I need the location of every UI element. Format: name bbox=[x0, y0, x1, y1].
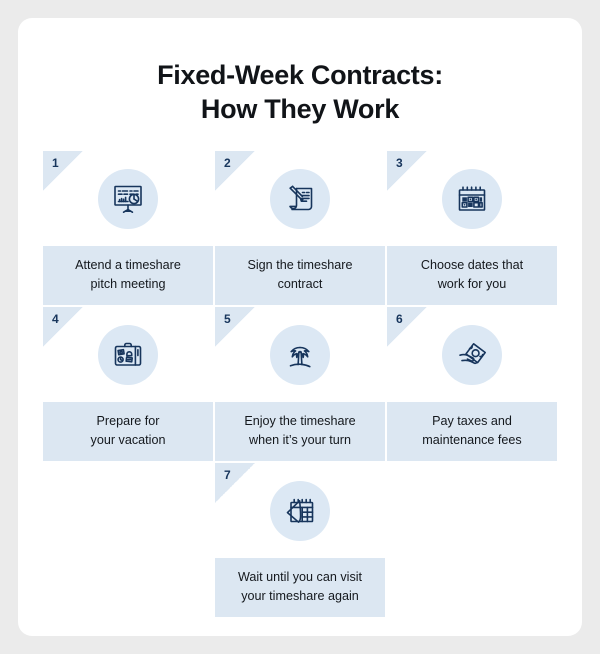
step-3-icon-area: 3 bbox=[387, 151, 557, 246]
step-2-caption-line-1: Sign the timeshare bbox=[247, 258, 353, 272]
step-1-icon-area: 1 bbox=[43, 151, 213, 246]
step-card-3: 3 Choose dates that work for you bbox=[387, 151, 557, 305]
step-card-5: 5 Enjoy the timeshare when it’s your tur… bbox=[215, 307, 385, 461]
step-5-caption-line-2: when it’s your turn bbox=[249, 433, 351, 447]
step-number-3: 3 bbox=[396, 156, 403, 170]
step-1-caption: Attend a timeshare pitch meeting bbox=[43, 246, 213, 305]
step-number-2: 2 bbox=[224, 156, 231, 170]
step-4-caption-line-1: Prepare for bbox=[96, 414, 160, 428]
infographic-card: Fixed-Week Contracts: How They Work 1 At… bbox=[18, 18, 582, 636]
calendar-page-turn-icon bbox=[270, 480, 330, 541]
step-card-7: 7 Wait until you can visit your timeshar… bbox=[215, 463, 385, 617]
corner-triangle bbox=[43, 151, 83, 191]
step-5-caption: Enjoy the timeshare when it’s your turn bbox=[215, 402, 385, 461]
step-1-caption-line-2: pitch meeting bbox=[90, 277, 166, 291]
step-3-caption-line-1: Choose dates that bbox=[420, 258, 524, 272]
steps-row-1: 1 Attend a timeshare pitch meeting 2 Sig… bbox=[43, 151, 557, 305]
step-6-icon-area: 6 bbox=[387, 307, 557, 402]
hand-holding-money-icon bbox=[442, 324, 502, 385]
corner-triangle bbox=[215, 151, 255, 191]
step-7-caption-line-2: your timeshare again bbox=[241, 589, 359, 603]
step-2-caption-line-2: contract bbox=[277, 277, 323, 291]
step-3-caption: Choose dates that work for you bbox=[387, 246, 557, 305]
corner-triangle bbox=[387, 151, 427, 191]
steps-row-3: 7 Wait until you can visit your timeshar… bbox=[43, 463, 557, 617]
corner-triangle bbox=[215, 307, 255, 347]
step-card-6: 6 Pay taxes and maintenance fees bbox=[387, 307, 557, 461]
step-number-5: 5 bbox=[224, 312, 231, 326]
title-line-1: Fixed-Week Contracts: bbox=[157, 60, 443, 90]
step-6-caption-line-1: Pay taxes and bbox=[432, 414, 512, 428]
step-card-2: 2 Sign the timeshare contract bbox=[215, 151, 385, 305]
step-7-icon-area: 7 bbox=[215, 463, 385, 558]
step-4-icon-area: 4 bbox=[43, 307, 213, 402]
step-4-caption: Prepare for your vacation bbox=[43, 402, 213, 461]
presentation-chart-icon bbox=[98, 168, 158, 229]
calendar-icon bbox=[442, 168, 502, 229]
step-2-caption: Sign the timeshare contract bbox=[215, 246, 385, 305]
step-1-caption-line-1: Attend a timeshare bbox=[75, 258, 181, 272]
step-7-caption: Wait until you can visit your timeshare … bbox=[215, 558, 385, 617]
title-line-2: How They Work bbox=[200, 94, 400, 124]
suitcase-icon bbox=[98, 324, 158, 385]
step-card-1: 1 Attend a timeshare pitch meeting bbox=[43, 151, 213, 305]
step-2-icon-area: 2 bbox=[215, 151, 385, 246]
corner-triangle bbox=[43, 307, 83, 347]
step-5-icon-area: 5 bbox=[215, 307, 385, 402]
step-number-7: 7 bbox=[224, 468, 231, 482]
steps-row-2: 4 Prepare for your vacation 5 Enjoy the … bbox=[43, 307, 557, 461]
page-title: Fixed-Week Contracts: How They Work bbox=[18, 58, 582, 126]
step-card-4: 4 Prepare for your vacation bbox=[43, 307, 213, 461]
sign-contract-pen-icon bbox=[270, 168, 330, 229]
step-3-caption-line-2: work for you bbox=[437, 277, 507, 291]
step-number-1: 1 bbox=[52, 156, 59, 170]
step-6-caption: Pay taxes and maintenance fees bbox=[387, 402, 557, 461]
step-number-4: 4 bbox=[52, 312, 59, 326]
step-6-caption-line-2: maintenance fees bbox=[422, 433, 522, 447]
steps-grid: 1 Attend a timeshare pitch meeting 2 Sig… bbox=[43, 151, 557, 619]
step-5-caption-line-1: Enjoy the timeshare bbox=[244, 414, 356, 428]
corner-triangle bbox=[387, 307, 427, 347]
step-number-6: 6 bbox=[396, 312, 403, 326]
corner-triangle bbox=[215, 463, 255, 503]
step-4-caption-line-2: your vacation bbox=[90, 433, 166, 447]
palm-tree-icon bbox=[270, 324, 330, 385]
step-7-caption-line-1: Wait until you can visit bbox=[237, 570, 363, 584]
